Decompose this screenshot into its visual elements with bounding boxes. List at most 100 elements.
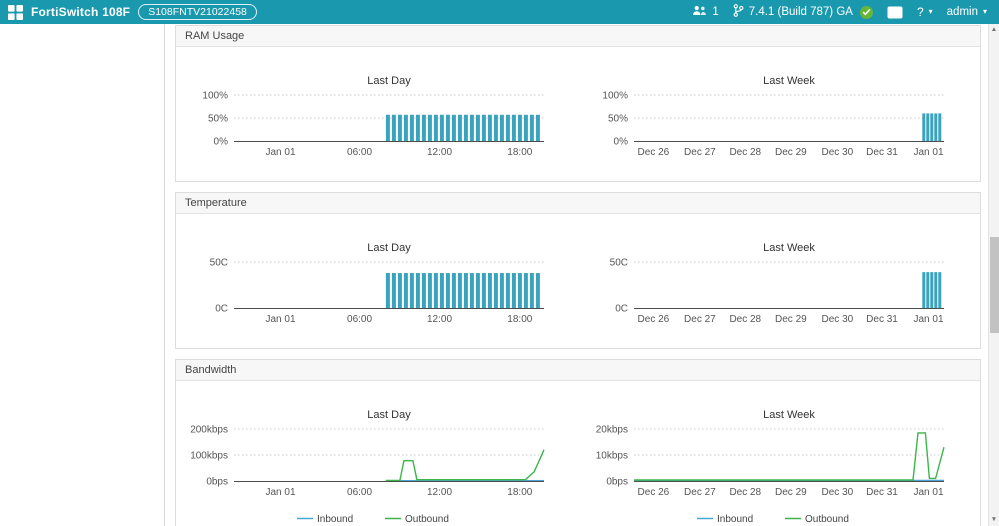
svg-text:Inbound: Inbound [717,514,753,525]
svg-text:Dec 29: Dec 29 [775,314,807,325]
svg-text:10kbps: 10kbps [596,451,628,462]
svg-text:Dec 26: Dec 26 [638,487,670,498]
serial-number-badge: S108FNTV21022458 [138,4,257,20]
svg-text:12:00: 12:00 [427,147,452,158]
temperature-charts-row: 0C 50C Last Day Jan 01 06:00 12:00 18:00 0C 50C L… [176,214,980,348]
chart-last-week: 0C 50C Last Week Dec 26 Dec 27 Dec 28 Dec 29 De… [610,242,944,325]
svg-text:06:00: 06:00 [347,487,372,498]
svg-text:Dec 31: Dec 31 [866,314,898,325]
content-area: RAM Usage 0% 50% 100% Last Day Jan 01 06:00 12… [165,24,999,526]
chart-last-day: 0% 50% 100% Last Day Jan 01 06:00 12:00 18:00 [202,75,544,158]
svg-text:12:00: 12:00 [427,314,452,325]
svg-text:100kbps: 100kbps [190,451,228,462]
svg-text:50%: 50% [608,114,628,125]
product-name: FortiSwitch 108F [31,5,131,19]
chevron-down-icon: ▾ [928,7,933,16]
svg-text:Dec 27: Dec 27 [684,314,716,325]
svg-text:0bps: 0bps [606,477,628,488]
svg-text:Jan 01: Jan 01 [265,314,295,325]
admin-menu[interactable]: admin ▾ [947,6,987,18]
svg-text:Outbound: Outbound [805,514,849,525]
svg-text:Dec 27: Dec 27 [684,147,716,158]
admin-sessions[interactable]: 1 [692,5,719,19]
svg-text:50%: 50% [208,114,228,125]
svg-text:100%: 100% [202,91,228,102]
firmware-version-text: 7.4.1 (Build 787) GA [748,6,853,18]
svg-text:50C: 50C [210,258,228,269]
svg-text:12:00: 12:00 [427,487,452,498]
svg-text:Dec 30: Dec 30 [822,487,854,498]
svg-text:0C: 0C [615,304,628,315]
fortinet-logo [8,4,23,20]
svg-text:Dec 26: Dec 26 [638,314,670,325]
topbar-right-cluster: 1 7.4.1 (Build 787) GA ? ▾ admin ▾ [692,4,987,20]
chart-last-week: 0bps 10kbps 20kbps Last Week Dec 26 Dec 27 Dec… [596,409,945,525]
svg-text:Jan 01: Jan 01 [913,314,943,325]
version-branch-icon [733,4,744,20]
svg-text:Last Day: Last Day [367,242,411,254]
svg-text:Dec 30: Dec 30 [822,314,854,325]
svg-text:Dec 29: Dec 29 [775,147,807,158]
svg-text:Jan 01: Jan 01 [913,487,943,498]
svg-text:0%: 0% [614,137,629,148]
svg-text:Dec 29: Dec 29 [775,487,807,498]
firmware-valid-check-icon [859,5,873,19]
bandwidth-charts-row: 0bps 100kbps 200kbps Last Day Jan 01 06:00 12:… [176,381,980,526]
admin-label: admin [946,6,978,18]
chart-last-day: 0bps 100kbps 200kbps Last Day Jan 01 06:00 12:… [190,409,545,525]
help-menu[interactable]: ? ▾ [917,5,933,19]
svg-text:Dec 28: Dec 28 [729,487,761,498]
ram-charts-row: 0% 50% 100% Last Day Jan 01 06:00 12:00 18:00 0%… [176,47,980,181]
panel-title: Bandwidth [176,360,980,381]
svg-text:50C: 50C [610,258,628,269]
chevron-down-icon: ▾ [982,7,987,16]
svg-text:Last Day: Last Day [367,75,411,87]
top-bar: FortiSwitch 108F S108FNTV21022458 1 7.4.… [0,0,999,24]
firmware-version: 7.4.1 (Build 787) GA [733,4,873,20]
svg-text:0C: 0C [215,304,228,315]
panel-bandwidth: Bandwidth 0bps 100kbps 200kbps Last Day Jan … [175,359,981,526]
svg-text:100%: 100% [602,91,628,102]
cli-console-button[interactable] [887,6,903,19]
scrollbar-thumb[interactable] [990,237,999,333]
svg-text:Jan 01: Jan 01 [265,147,295,158]
svg-text:Inbound: Inbound [317,514,353,525]
svg-text:Outbound: Outbound [405,514,449,525]
svg-text:Last Week: Last Week [763,242,815,254]
svg-text:18:00: 18:00 [507,314,532,325]
sidebar [0,24,165,526]
svg-text:0%: 0% [214,137,229,148]
svg-text:Dec 27: Dec 27 [684,487,716,498]
panel-title: Temperature [176,193,980,214]
session-count: 1 [712,6,719,18]
users-icon [692,5,707,19]
svg-text:18:00: 18:00 [507,147,532,158]
svg-text:Dec 28: Dec 28 [729,314,761,325]
svg-text:Jan 01: Jan 01 [913,147,943,158]
svg-text:Dec 31: Dec 31 [866,147,898,158]
svg-text:20kbps: 20kbps [596,425,628,436]
svg-text:200kbps: 200kbps [190,425,228,436]
page-layout: RAM Usage 0% 50% 100% Last Day Jan 01 06:00 12… [0,24,999,526]
scroll-up-arrow[interactable]: ▲ [989,24,999,36]
svg-text:Last Day: Last Day [367,409,411,421]
svg-text:06:00: 06:00 [347,314,372,325]
svg-text:Dec 31: Dec 31 [866,487,898,498]
scroll-down-arrow[interactable]: ▼ [989,514,999,526]
main-scrollbar[interactable]: ▲ ▼ [988,24,999,526]
svg-text:Jan 01: Jan 01 [265,487,295,498]
svg-text:Dec 30: Dec 30 [822,147,854,158]
help-label: ? [916,5,924,19]
svg-text:Last Week: Last Week [763,409,815,421]
chart-last-day: 0C 50C Last Day Jan 01 06:00 12:00 18:00 [210,242,544,325]
svg-text:Dec 28: Dec 28 [729,147,761,158]
panel-temperature: Temperature 0C 50C Last Day Jan 01 06:00 12:0… [175,192,981,349]
chart-last-week: 0% 50% 100% Last Week Dec 26 Dec 27 Dec 28 Dec … [602,75,944,158]
svg-text:Dec 26: Dec 26 [638,147,670,158]
svg-text:Last Week: Last Week [763,75,815,87]
panel-title: RAM Usage [176,26,980,47]
panel-ram-usage: RAM Usage 0% 50% 100% Last Day Jan 01 06:00 12… [175,25,981,182]
svg-text:0bps: 0bps [206,477,228,488]
svg-text:18:00: 18:00 [507,487,532,498]
svg-text:06:00: 06:00 [347,147,372,158]
